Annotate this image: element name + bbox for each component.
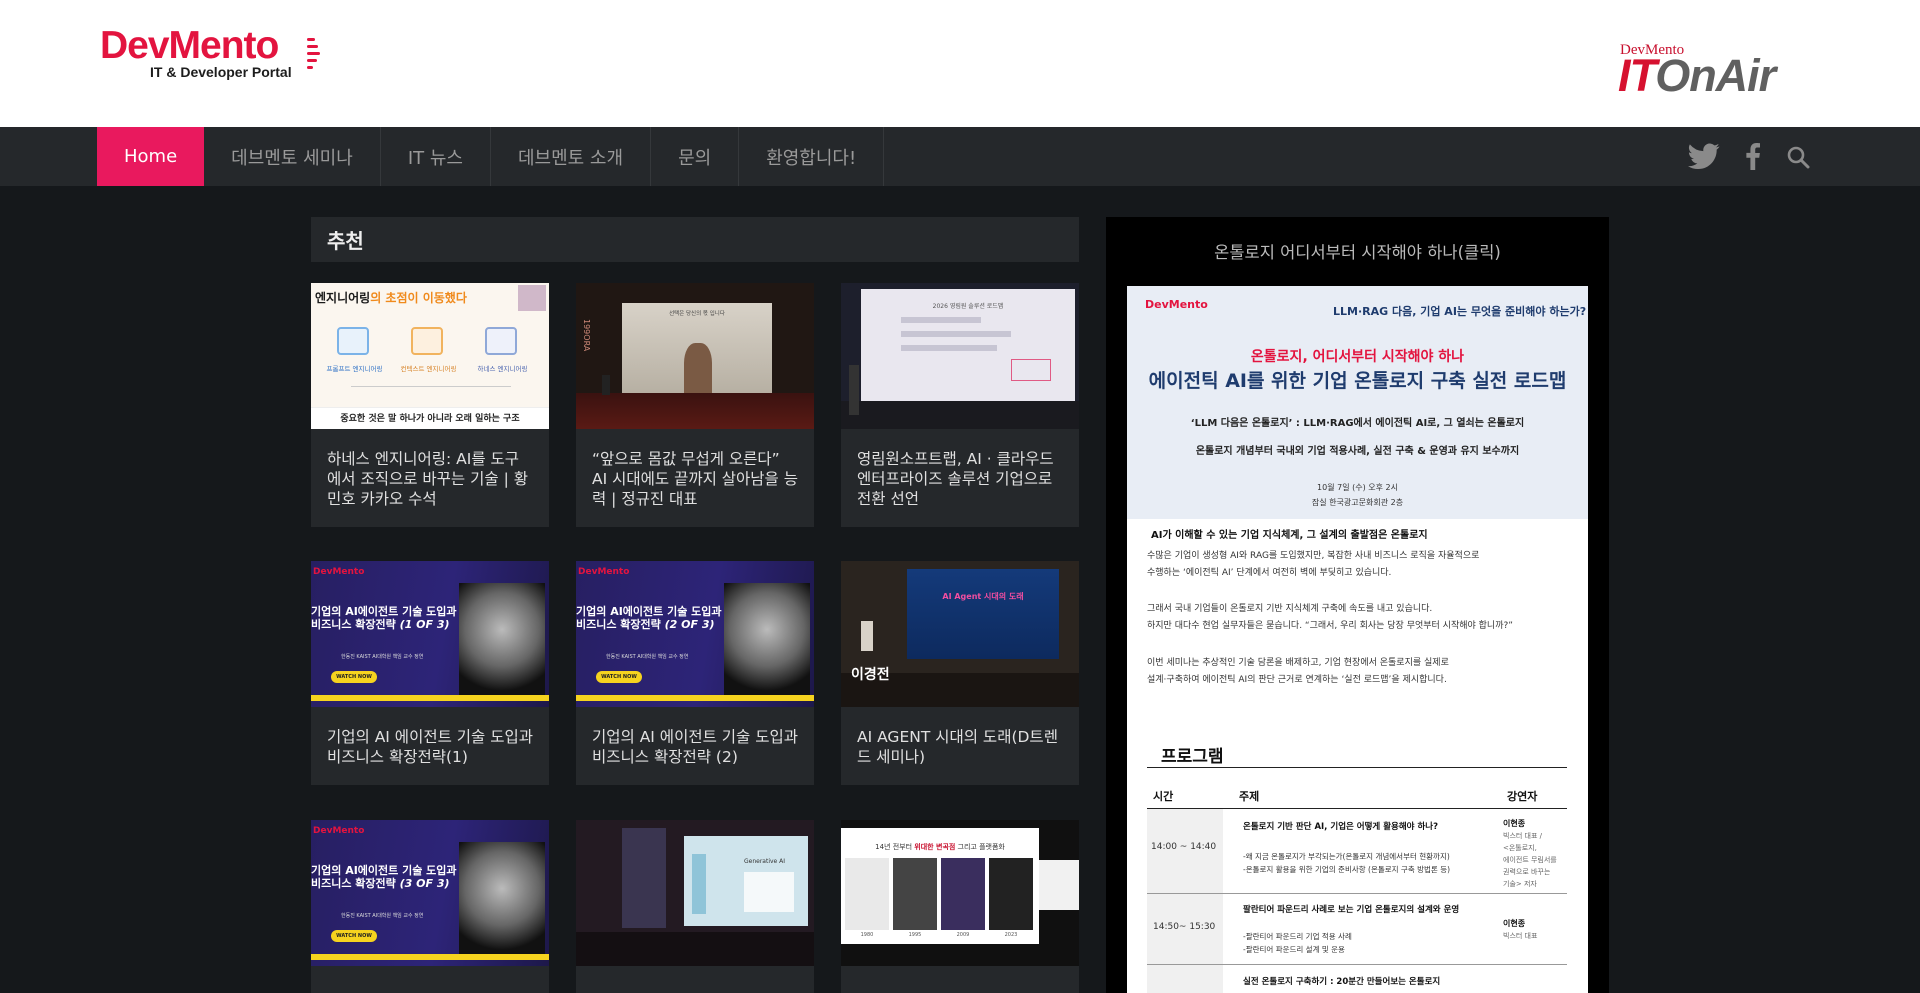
card-thumbnail[interactable]: 선택은 당신의 몫 입니다 199ORA <box>576 283 814 429</box>
speaker-photo <box>459 842 545 958</box>
card-thumbnail[interactable]: 엔지니어링의 초점이 이동했다 프롬프트 엔지니어링 컨텍스트 엔지니어링 하네… <box>311 283 549 429</box>
card-title[interactable]: 하네스 엔지니어링: AI를 도구에서 조직으로 바꾸는 기술 | 황민호 카카… <box>311 429 549 527</box>
card-title[interactable]: 영림원소프트랩, AI · 클라우드 엔터프라이즈 솔루션 기업으로 전환 선언 <box>841 429 1079 527</box>
logo-wordmark: DevMento <box>100 24 279 67</box>
card-thumbnail[interactable]: AI Agent 시대의 도래 이경전 <box>841 561 1079 707</box>
search-icon[interactable] <box>1786 145 1810 169</box>
logo-tagline: IT & Developer Portal <box>150 64 292 80</box>
card-thumbnail[interactable]: DevMento 기업의 AI에이전트 기술 도입과 비즈니스 확장전략 (2 O… <box>576 561 814 707</box>
video-card-2[interactable]: 선택은 당신의 몫 입니다 199ORA “앞으로 몸값 무섭게 오른다” AI… <box>576 283 814 527</box>
card-thumbnail[interactable]: 2026 영림원 솔루션 로드맵 <box>841 283 1079 429</box>
site-header: DevMento IT & Developer Portal DevMento … <box>0 0 1920 127</box>
twitter-icon[interactable] <box>1688 143 1720 170</box>
watch-now-button: WATCH NOW <box>596 671 642 683</box>
video-card-5[interactable]: DevMento 기업의 AI에이전트 기술 도입과 비즈니스 확장전략 (2 O… <box>576 561 814 785</box>
stage-screen: 2026 영림원 솔루션 로드맵 <box>861 289 1075 401</box>
onair-wordmark: ITOnAir <box>1618 50 1776 101</box>
stage-screen: 선택은 당신의 몫 입니다 <box>622 303 772 393</box>
sidebar-widget: 온톨로지 어디서부터 시작해야 하나(클릭) DevMento LLM·RAG … <box>1106 217 1609 993</box>
speaker-photo <box>724 583 810 699</box>
watch-now-button: WATCH NOW <box>331 671 377 683</box>
card-thumbnail[interactable]: DevMento 기업의 AI에이전트 기술 도입과 비즈니스 확장전략 (1 O… <box>311 561 549 707</box>
nav-home[interactable]: Home <box>97 127 205 186</box>
video-card-8[interactable]: Generative AI <box>576 820 814 993</box>
nav-contact[interactable]: 문의 <box>651 127 740 186</box>
watch-now-button: WATCH NOW <box>331 930 377 942</box>
section-title: 추천 <box>311 217 1079 262</box>
sidebar-title-link[interactable]: 온톨로지 어디서부터 시작해야 하나(클릭) <box>1106 239 1609 263</box>
video-card-3[interactable]: 2026 영림원 솔루션 로드맵 영림원소프트랩, AI · 클라우드 엔터프라… <box>841 283 1079 527</box>
card-title[interactable]: 기업의 AI 에이전트 기술 도입과 비즈니스 확장전략(1) <box>311 707 549 785</box>
logo-bars-icon <box>307 38 321 74</box>
stage-screen: AI Agent 시대의 도래 <box>907 569 1059 659</box>
card-title[interactable]: AI AGENT 시대의 도래(D트렌드 세미나) <box>841 707 1079 785</box>
video-card-1[interactable]: 엔지니어링의 초점이 이동했다 프롬프트 엔지니어링 컨텍스트 엔지니어링 하네… <box>311 283 549 527</box>
thumb-face <box>518 285 546 311</box>
devmento-logo[interactable]: DevMento IT & Developer Portal <box>100 24 330 82</box>
card-title[interactable] <box>576 966 814 993</box>
card-thumbnail[interactable]: DevMento 기업의 AI에이전트 기술 도입과 비즈니스 확장전략 (3 O… <box>311 820 549 966</box>
video-card-9[interactable]: 14년 전부터 위대한 변곡점 그리고 플랫폼화 1980 1995 2009 … <box>841 820 1079 993</box>
video-card-6[interactable]: AI Agent 시대의 도래 이경전 AI AGENT 시대의 도래(D트렌드… <box>841 561 1079 785</box>
card-thumbnail[interactable]: Generative AI <box>576 820 814 966</box>
card-thumbnail[interactable]: 14년 전부터 위대한 변곡점 그리고 플랫폼화 1980 1995 2009 … <box>841 820 1079 966</box>
card-title[interactable]: 기업의 AI 에이전트 기술 도입과 비즈니스 확장전략 (2) <box>576 707 814 785</box>
nav-welcome[interactable]: 환영합니다! <box>739 127 885 186</box>
card-title[interactable] <box>311 966 549 993</box>
nav-seminar[interactable]: 데브멘토 세미나 <box>204 127 381 186</box>
main-nav: Home 데브멘토 세미나 IT 뉴스 데브멘토 소개 문의 환영합니다! <box>0 127 1920 186</box>
facebook-icon[interactable] <box>1745 143 1761 170</box>
card-title[interactable] <box>841 966 1079 993</box>
slide: 14년 전부터 위대한 변곡점 그리고 플랫폼화 1980 1995 2009 … <box>841 828 1039 944</box>
presenter-webcam <box>1039 860 1079 910</box>
itonair-logo[interactable]: DevMento ITOnAir <box>1618 42 1803 102</box>
seminar-poster[interactable]: DevMento LLM·RAG 다음, 기업 AI는 무엇을 준비해야 하는가… <box>1127 286 1588 993</box>
nav-it-news[interactable]: IT 뉴스 <box>381 127 491 186</box>
video-card-4[interactable]: DevMento 기업의 AI에이전트 기술 도입과 비즈니스 확장전략 (1 O… <box>311 561 549 785</box>
speaker-photo <box>459 583 545 699</box>
card-title[interactable]: “앞으로 몸값 무섭게 오른다” AI 시대에도 끝까지 살아남을 능력 | 정… <box>576 429 814 527</box>
nav-about[interactable]: 데브멘토 소개 <box>491 127 652 186</box>
video-card-7[interactable]: DevMento 기업의 AI에이전트 기술 도입과 비즈니스 확장전략 (3 O… <box>311 820 549 993</box>
stage-screen: Generative AI <box>684 836 808 926</box>
